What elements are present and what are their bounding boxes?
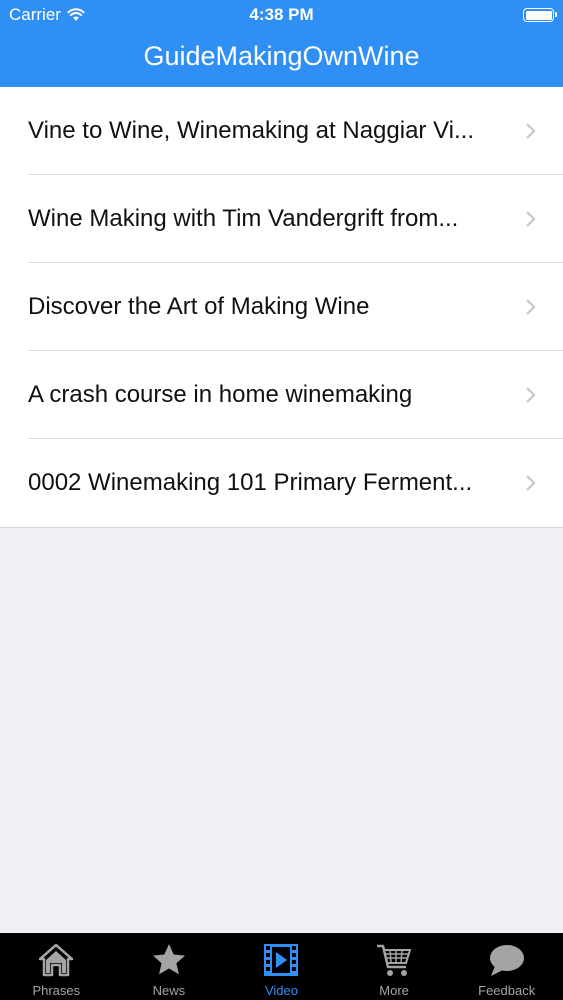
tab-feedback[interactable]: Feedback: [450, 933, 563, 1000]
home-icon: [39, 943, 74, 977]
chevron-right-icon: [526, 299, 536, 315]
speech-bubble-icon: [489, 945, 524, 976]
battery-icon: [523, 8, 557, 22]
list-item-label: Discover the Art of Making Wine: [28, 293, 370, 320]
list-item-label: 0002 Winemaking 101 Primary Ferment...: [28, 469, 473, 496]
tab-phrases[interactable]: Phrases: [0, 933, 113, 1000]
list-item[interactable]: 0002 Winemaking 101 Primary Ferment...: [0, 439, 563, 527]
tab-video[interactable]: Video: [225, 933, 338, 1000]
tab-label: Feedback: [478, 983, 536, 998]
chevron-right-icon: [526, 211, 536, 227]
list-item-label: A crash course in home winemaking: [28, 381, 413, 408]
star-icon: [152, 944, 185, 975]
cart-icon: [377, 944, 412, 976]
tab-label: News: [152, 983, 186, 998]
tab-label: More: [379, 983, 409, 998]
navigation-bar: GuideMakingOwnWine: [0, 30, 563, 87]
status-time: 4:38 PM: [249, 5, 314, 24]
status-bar: Carrier 4:38 PM: [0, 0, 563, 30]
tab-news[interactable]: News: [113, 933, 226, 1000]
chevron-right-icon: [526, 387, 536, 403]
chevron-right-icon: [526, 123, 536, 139]
film-icon: [264, 944, 299, 976]
tab-more[interactable]: More: [338, 933, 451, 1000]
list-item-label: Vine to Wine, Winemaking at Naggiar Vi..…: [28, 117, 474, 144]
list-item[interactable]: A crash course in home winemaking: [0, 351, 563, 439]
tab-label: Phrases: [32, 983, 81, 998]
list-item[interactable]: Vine to Wine, Winemaking at Naggiar Vi..…: [0, 87, 563, 175]
page-title: GuideMakingOwnWine: [143, 41, 420, 71]
chevron-right-icon: [526, 475, 536, 491]
tab-bar: Phrases News Video More Feedback: [0, 933, 563, 1000]
list-item-label: Wine Making with Tim Vandergrift from...: [28, 205, 459, 232]
video-list: Vine to Wine, Winemaking at Naggiar Vi..…: [0, 87, 563, 528]
list-item[interactable]: Discover the Art of Making Wine: [0, 263, 563, 351]
list-item[interactable]: Wine Making with Tim Vandergrift from...: [0, 175, 563, 263]
tab-label: Video: [264, 983, 298, 998]
